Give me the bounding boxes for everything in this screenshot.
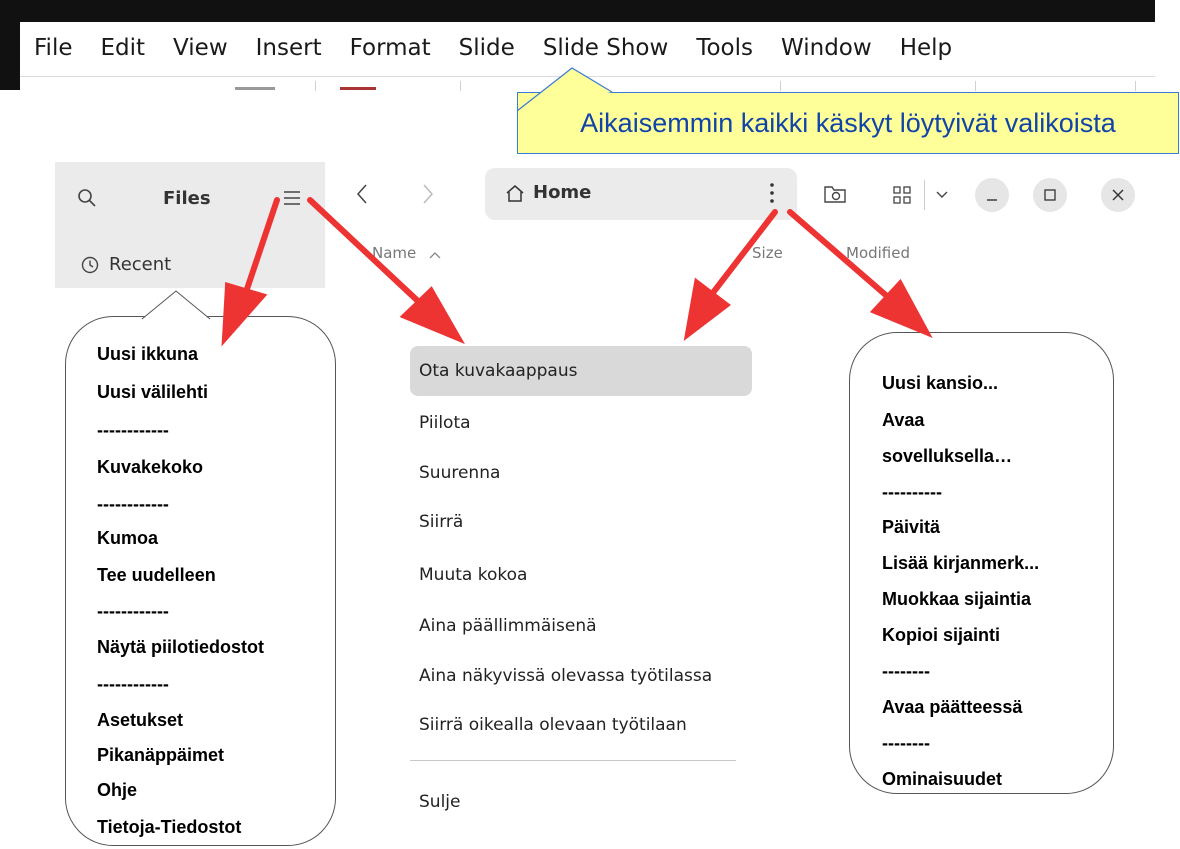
menu-separator: ------------: [97, 601, 169, 621]
files-headerbar: Files Recent Home Name Size Modified: [55, 162, 1155, 290]
home-icon: [506, 184, 524, 202]
sidebar-item-recent[interactable]: Recent: [81, 254, 171, 275]
menu-help[interactable]: Help: [900, 35, 952, 61]
menu-edit[interactable]: Edit: [101, 35, 146, 61]
menu-item[interactable]: Piilota: [410, 398, 752, 448]
column-header-modified[interactable]: Modified: [846, 244, 910, 262]
clock-icon: [81, 256, 99, 273]
menu-item[interactable]: Tee uudelleen: [97, 565, 216, 586]
menu-item[interactable]: Lisää kirjanmerk...: [882, 553, 1039, 574]
path-home[interactable]: Home: [505, 182, 591, 203]
menu-item[interactable]: Ota kuvakaappaus: [410, 346, 752, 396]
maximize-icon: [1044, 189, 1056, 201]
app-title: Files: [163, 188, 211, 209]
menu-item-close[interactable]: Sulje: [410, 777, 752, 827]
menu-item[interactable]: Asetukset: [97, 710, 183, 731]
main-menu-balloon: Uusi ikkuna Uusi välilehti ------------ …: [65, 316, 336, 846]
minimize-button[interactable]: [975, 178, 1009, 212]
window-edge: [0, 0, 20, 90]
menu-item[interactable]: Tietoja-Tiedostot: [97, 817, 241, 838]
menu-item[interactable]: Päivitä: [882, 517, 940, 538]
menu-item[interactable]: Suurenna: [410, 448, 752, 498]
back-arrow-icon[interactable]: [355, 182, 369, 206]
path-menu-balloon: Uusi kansio... Avaa sovelluksella… -----…: [849, 332, 1114, 794]
path-bar[interactable]: Home: [485, 168, 797, 220]
libreoffice-menubar: File Edit View Insert Format Slide Slide…: [0, 0, 1155, 91]
balloon-tail: [141, 290, 211, 320]
menu-separator: ------------: [97, 420, 169, 440]
menu-file[interactable]: File: [34, 35, 73, 61]
menu-item[interactable]: Uusi kansio...: [882, 373, 998, 394]
toolbar-icon[interactable]: [235, 87, 275, 90]
grid-view-icon[interactable]: [893, 186, 911, 204]
menu-item[interactable]: Avaa päätteessä: [882, 697, 1022, 718]
menu-view[interactable]: View: [173, 35, 228, 61]
menu-item[interactable]: Ohje: [97, 780, 137, 801]
arrow-head: [869, 278, 933, 338]
hamburger-menu-icon[interactable]: [283, 190, 301, 206]
arrow-head: [399, 286, 465, 345]
menu-separator: ------------: [97, 674, 169, 694]
menu-item[interactable]: Siirrä: [410, 497, 752, 547]
menu-tools[interactable]: Tools: [696, 35, 753, 61]
close-button[interactable]: [1101, 178, 1135, 212]
menu-item[interactable]: Pikanäppäimet: [97, 745, 224, 766]
arrow-head: [683, 277, 731, 342]
callout-text: Aikaisemmin kaikki käskyt löytyivät vali…: [580, 107, 1116, 138]
toolbar-icon[interactable]: [340, 87, 376, 90]
menu-item[interactable]: sovelluksella…: [882, 446, 1012, 467]
kebab-menu-icon[interactable]: [769, 180, 775, 206]
forward-arrow-icon[interactable]: [421, 182, 435, 206]
maximize-button[interactable]: [1033, 178, 1067, 212]
menu-item[interactable]: Muokkaa sijaintia: [882, 589, 1031, 610]
menu-item[interactable]: Uusi ikkuna: [97, 344, 198, 365]
toolbar-divider: [924, 180, 925, 210]
window-menu: Ota kuvakaappaus Piilota Suurenna Siirrä…: [410, 340, 760, 840]
menu-separator: --------: [882, 661, 930, 681]
sidebar: Files Recent: [55, 162, 325, 288]
sidebar-item-label: Recent: [109, 254, 172, 275]
menu-list: File Edit View Insert Format Slide Slide…: [20, 22, 980, 74]
menu-item[interactable]: Aina näkyvissä olevassa työtilassa: [410, 651, 752, 701]
sort-ascending-icon: [429, 252, 441, 259]
menu-item[interactable]: Ominaisuudet: [882, 769, 1002, 790]
title-strip: [0, 0, 1155, 22]
column-header-size[interactable]: Size: [752, 244, 783, 262]
menu-item[interactable]: Näytä piilotiedostot: [97, 637, 264, 658]
menu-item[interactable]: Siirrä oikealla olevaan työtilaan: [410, 700, 752, 750]
minimize-icon: [987, 199, 997, 201]
menu-separator: ------------: [97, 494, 169, 514]
menu-item[interactable]: Avaa: [882, 410, 924, 431]
menu-divider: [410, 760, 736, 761]
menu-item[interactable]: Kopioi sijainti: [882, 625, 1000, 646]
menu-slide[interactable]: Slide: [459, 35, 515, 61]
menu-slide-show[interactable]: Slide Show: [543, 35, 669, 61]
menu-item[interactable]: Aina päällimmäisenä: [410, 601, 752, 651]
menu-item[interactable]: Kuvakekoko: [97, 457, 203, 478]
search-icon[interactable]: [77, 188, 97, 208]
menu-item[interactable]: Muuta kokoa: [410, 550, 752, 600]
menu-insert[interactable]: Insert: [256, 35, 322, 61]
menu-item[interactable]: Kumoa: [97, 528, 158, 549]
menu-format[interactable]: Format: [350, 35, 431, 61]
chevron-down-icon[interactable]: [935, 190, 949, 200]
callout-note: Aikaisemmin kaikki käskyt löytyivät vali…: [517, 92, 1179, 154]
column-header-name[interactable]: Name: [372, 244, 416, 262]
menu-separator: --------: [882, 733, 930, 753]
close-icon: [1112, 189, 1124, 201]
path-label: Home: [533, 182, 592, 203]
menu-window[interactable]: Window: [781, 35, 872, 61]
menu-item[interactable]: Uusi välilehti: [97, 382, 208, 403]
menu-separator: ----------: [882, 482, 942, 502]
search-folder-icon[interactable]: [823, 182, 847, 206]
toolbar-strip: [20, 76, 1155, 91]
